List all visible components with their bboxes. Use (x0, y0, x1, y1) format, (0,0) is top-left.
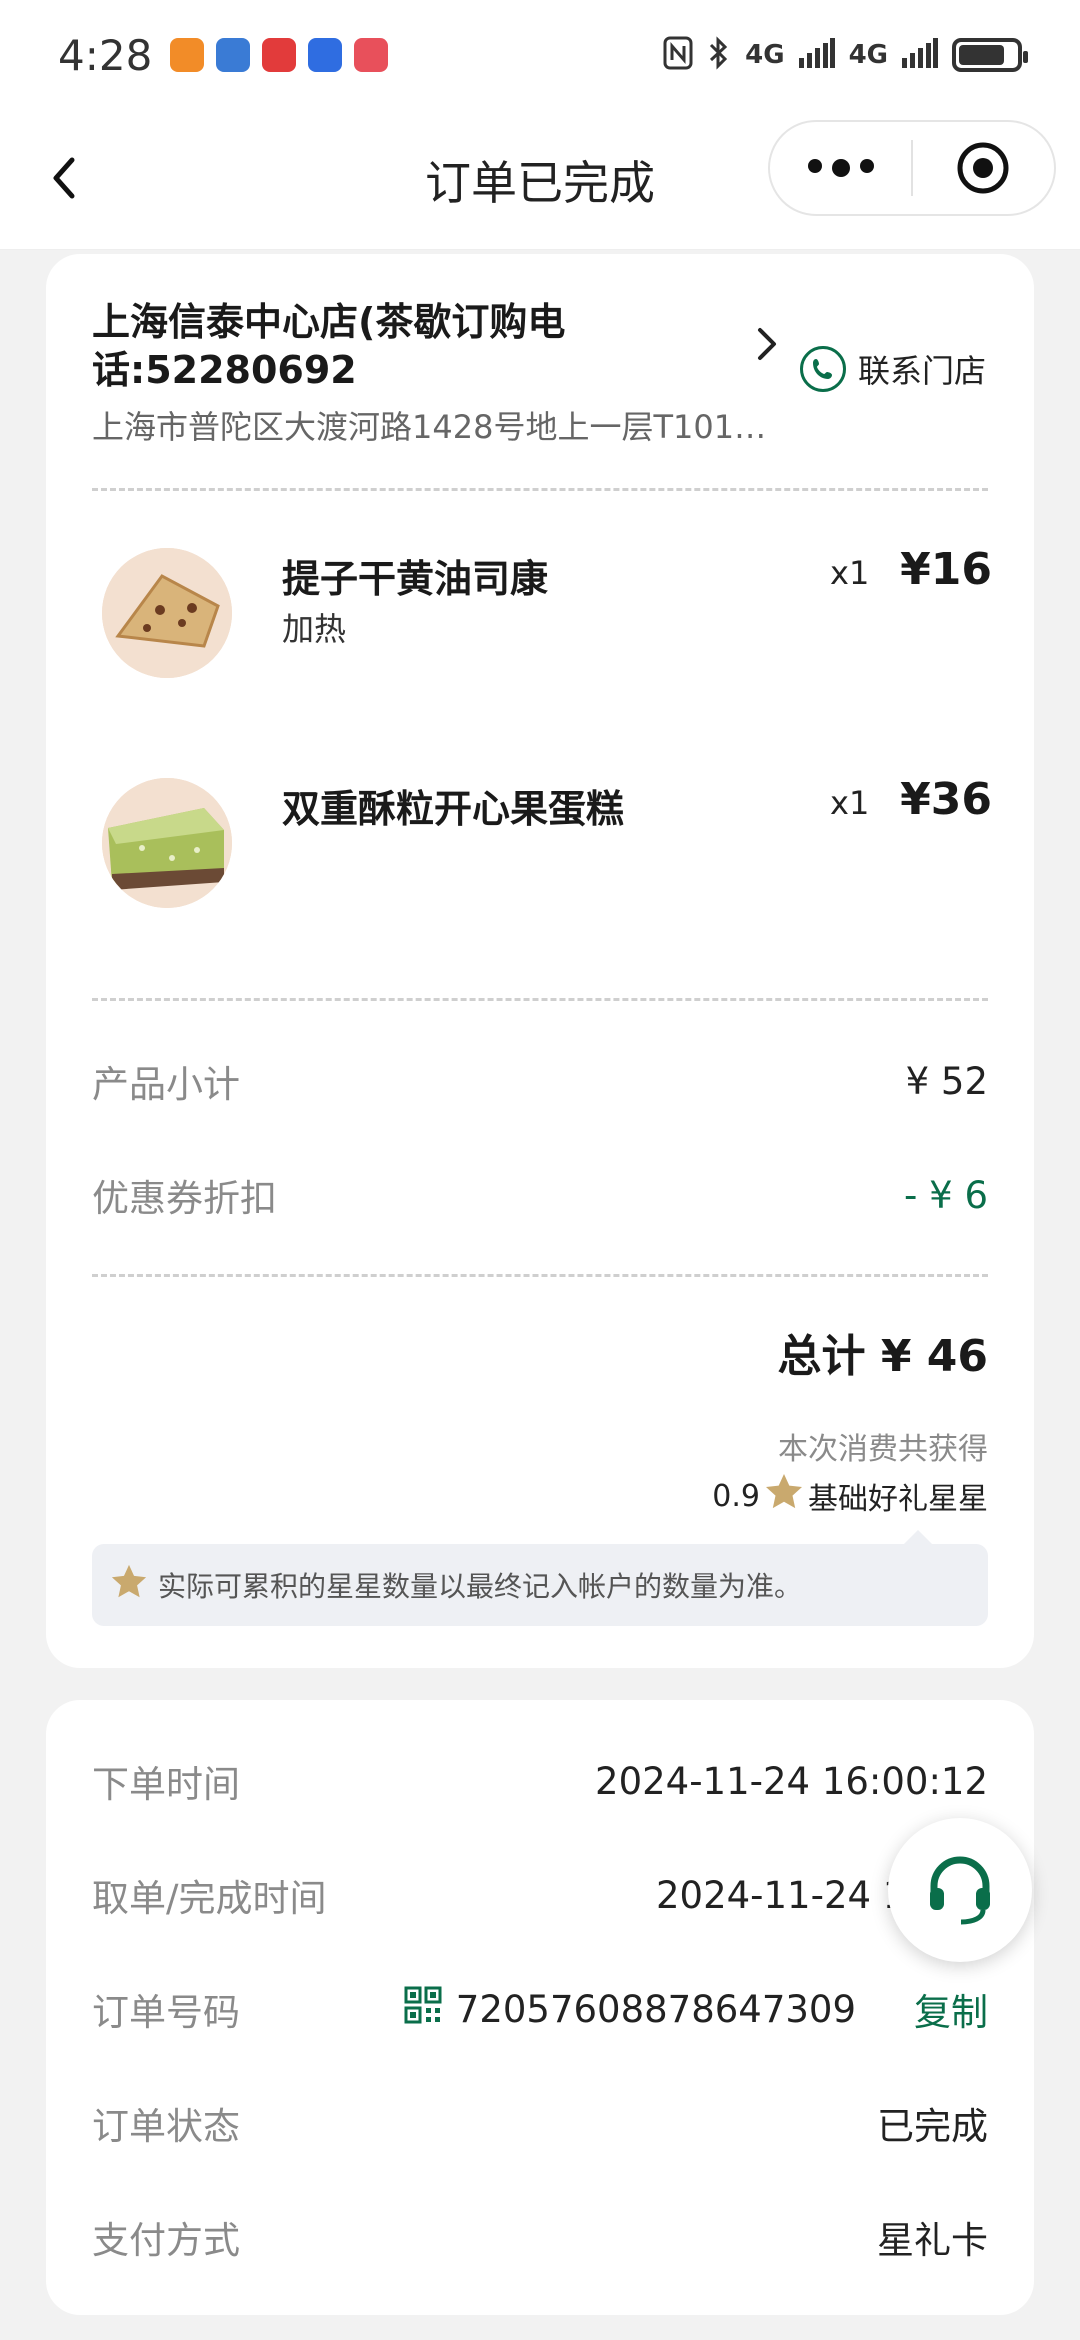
network-type-2: 4G (848, 40, 888, 70)
system-icons: 4G 4G (663, 36, 1028, 74)
completed-time-row: 取单/完成时间 2024-11-24 16: (92, 1868, 988, 1922)
subtotal-row: 产品小计 ¥ 52 (92, 1054, 988, 1108)
chevron-right-icon[interactable] (746, 324, 786, 364)
order-info-card: 下单时间 2024-11-24 16:00:12 取单/完成时间 2024-11… (46, 1700, 1034, 2315)
network-type-1: 4G (745, 40, 785, 70)
nfc-icon (663, 36, 693, 74)
app-icon-huawei (354, 38, 389, 72)
item-option: 加热 (282, 610, 347, 648)
nav-bar: 订单已完成 (0, 110, 1080, 250)
item-quantity: x1 (830, 784, 870, 822)
back-arrow-icon[interactable] (36, 148, 96, 208)
contact-store-label: 联系门店 (858, 352, 987, 390)
stars-tip: 实际可累积的星星数量以最终记入帐户的数量为准。 (92, 1530, 988, 1626)
earn-label: 本次消费共获得 (778, 1432, 988, 1467)
item-quantity: x1 (830, 554, 870, 592)
app-icon-orange (170, 38, 205, 72)
signal-icon-2 (902, 38, 938, 72)
status-time: 4:28 (58, 30, 153, 80)
coupon-label: 优惠券折扣 (92, 1177, 277, 1220)
star-icon (764, 1472, 804, 1520)
stars-label: 基础好礼星星 (808, 1482, 988, 1517)
order-item: 双重酥粒开心果蛋糕 x1 ¥36 (102, 774, 992, 928)
tip-text: 实际可累积的星星数量以最终记入帐户的数量为准。 (158, 1570, 803, 1603)
qr-code-icon[interactable] (404, 1986, 442, 2033)
order-number-row: 订单号码 72057608878647309 复制 (92, 1982, 988, 2036)
miniprogram-capsule (768, 120, 1056, 216)
placed-time-row: 下单时间 2024-11-24 16:00:12 (92, 1754, 988, 1808)
contact-store-button[interactable]: 联系门店 (800, 346, 986, 392)
divider (92, 998, 988, 1001)
app-icon-red (262, 38, 297, 72)
item-price: ¥16 (900, 544, 992, 595)
subtotal-label: 产品小计 (92, 1063, 240, 1106)
placed-time-value: 2024-11-24 16:00:12 (595, 1759, 988, 1803)
notification-icons (170, 38, 389, 72)
product-image-scone (102, 548, 232, 678)
status-bar: 4:28 4G 4G (0, 0, 1080, 110)
coupon-row: 优惠券折扣 - ¥ 6 (92, 1168, 988, 1222)
star-icon (110, 1563, 148, 1608)
customer-service-button[interactable] (888, 1818, 1032, 1962)
coupon-value: - ¥ 6 (904, 1173, 988, 1217)
item-price: ¥36 (900, 774, 992, 825)
item-name: 提子干黄油司康 (282, 557, 549, 601)
product-image-cake (102, 778, 232, 908)
order-number-label: 订单号码 (92, 1991, 240, 2034)
order-item: 提子干黄油司康 加热 x1 ¥16 (102, 544, 992, 698)
store-address: 上海市普陀区大渡河路1428号地上一层T101… (92, 408, 767, 446)
order-number: 72057608878647309 复制 (404, 1982, 988, 2036)
divider (92, 488, 988, 491)
order-number-value: 72057608878647309 (455, 1987, 856, 2031)
store-name[interactable]: 上海信泰中心店(茶歇订购电话:52280692 (92, 298, 812, 394)
page-title: 订单已完成 (425, 155, 655, 210)
payment-method-label: 支付方式 (92, 2219, 240, 2262)
order-card: 上海信泰中心店(茶歇订购电话:52280692 联系门店 上海市普陀区大渡河路1… (46, 254, 1034, 1668)
copy-button[interactable]: 复制 (914, 1982, 988, 2036)
signal-icon-1 (798, 38, 835, 72)
close-target-icon[interactable] (913, 140, 1054, 196)
stars-earned: 0.9 基础好礼星星 (712, 1472, 988, 1520)
order-status-row: 订单状态 已完成 (92, 2096, 988, 2150)
payment-method-value: 星礼卡 (877, 2219, 988, 2262)
item-name: 双重酥粒开心果蛋糕 (282, 787, 625, 831)
battery-icon (952, 38, 1028, 72)
placed-time-label: 下单时间 (92, 1763, 240, 1806)
app-icon-blue-bird (216, 38, 251, 72)
divider (92, 1274, 988, 1277)
stars-count: 0.9 (712, 1478, 760, 1514)
order-total: 总计 ¥ 46 (777, 1331, 988, 1382)
subtotal-value: ¥ 52 (905, 1059, 988, 1103)
app-icon-blue (308, 38, 343, 72)
headset-icon (920, 1848, 1000, 1932)
phone-icon (800, 346, 846, 392)
bluetooth-icon (707, 36, 731, 74)
order-status-label: 订单状态 (92, 2105, 240, 2148)
more-menu-icon[interactable] (770, 159, 911, 177)
order-status-value: 已完成 (877, 2105, 988, 2148)
completed-time-label: 取单/完成时间 (92, 1877, 327, 1920)
payment-method-row: 支付方式 星礼卡 (92, 2210, 988, 2264)
